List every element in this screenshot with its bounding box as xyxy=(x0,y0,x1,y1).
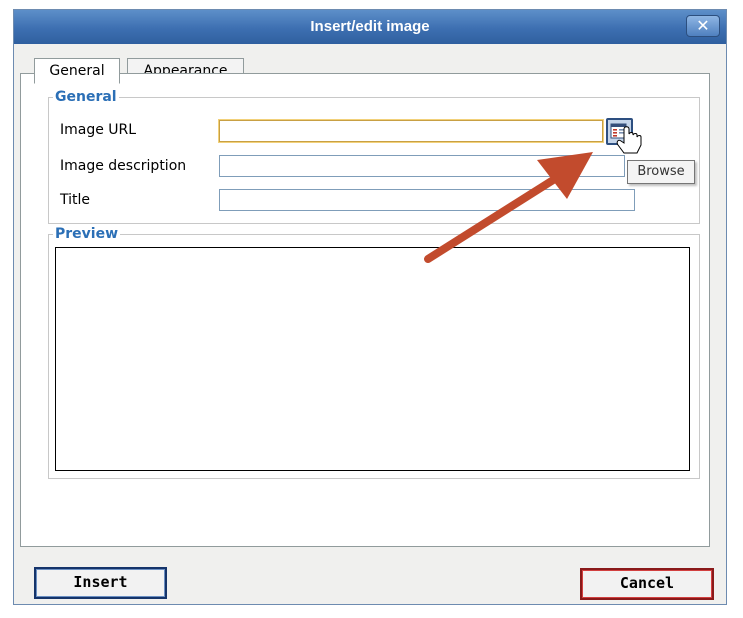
dialog-title: Insert/edit image xyxy=(310,18,430,35)
cancel-button[interactable]: Cancel xyxy=(580,568,714,600)
image-description-label: Image description xyxy=(60,158,187,174)
insert-button-label: Insert xyxy=(73,573,128,591)
tab-general[interactable]: General xyxy=(34,58,120,84)
preview-legend: Preview xyxy=(55,226,119,242)
close-button[interactable]: ✕ xyxy=(686,15,720,37)
image-url-input[interactable] xyxy=(218,119,604,143)
preview-area xyxy=(55,247,690,471)
browse-button[interactable] xyxy=(606,118,633,145)
close-icon: ✕ xyxy=(696,16,710,35)
browse-icon xyxy=(610,123,627,139)
browse-tooltip: Browse xyxy=(627,160,695,184)
title-input[interactable] xyxy=(219,189,635,211)
general-legend: General xyxy=(55,89,117,105)
title-label: Title xyxy=(60,192,91,208)
cancel-button-label: Cancel xyxy=(619,574,675,592)
insert-button[interactable]: Insert xyxy=(34,567,167,599)
image-description-input[interactable] xyxy=(219,155,625,177)
title-bar[interactable]: Insert/edit image ✕ xyxy=(14,10,726,44)
image-url-label: Image URL xyxy=(60,122,137,138)
tab-general-label: General xyxy=(49,63,105,79)
